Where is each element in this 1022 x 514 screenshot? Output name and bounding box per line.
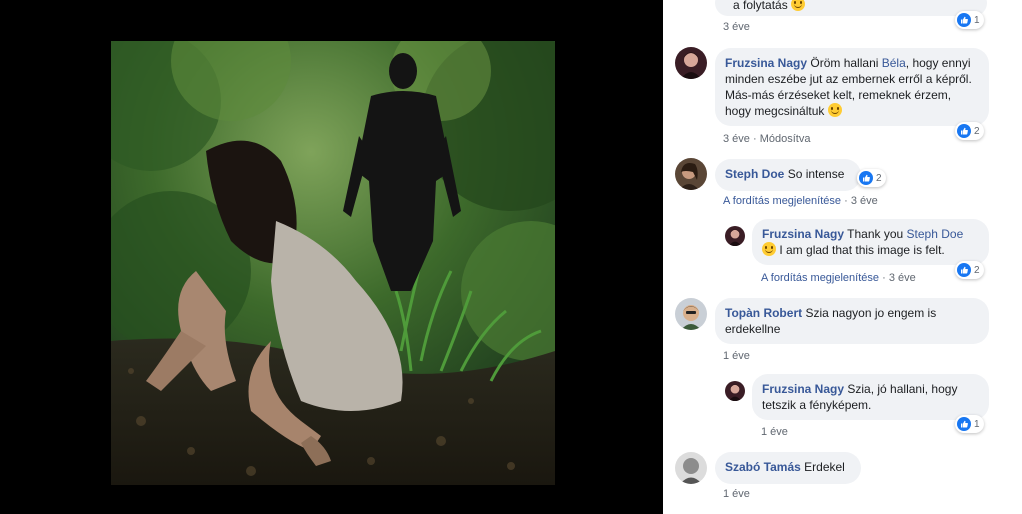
comment-text: Erdekel [804,460,845,474]
comment-timestamp[interactable]: 1 éve [761,425,788,439]
comment-meta: A fordítás megjelenítése · 3 éve [723,195,878,207]
comment-meta: A fordítás megjelenítése · 3 éve [761,272,916,284]
reaction-count[interactable]: 2 [955,261,984,279]
comment-timestamp[interactable]: 3 éve [723,133,750,145]
comment-bubble: Fruzsina Nagy Szia, jó hallani, hogy tet… [752,374,989,420]
like-icon [957,13,971,27]
avatar[interactable] [725,226,745,246]
like-icon [957,263,971,277]
smile-emoji-icon [827,103,842,117]
comment-timestamp[interactable]: 1 éve [723,349,750,363]
like-icon [957,417,971,431]
comment-text: So intense [787,167,845,181]
mention-link[interactable]: Béla [882,56,906,70]
mention-link[interactable]: Steph Doe [907,227,964,241]
comment-author[interactable]: Fruzsina Nagy [725,56,807,70]
comment-meta: 3 éve · Módosítva [723,133,811,145]
comment-bubble: a folytatás [715,0,987,16]
comment-bubble: Steph Doe So intense [715,159,861,191]
edited-label: Módosítva [759,133,811,145]
smile-emoji-icon [762,242,776,256]
like-icon [957,124,971,138]
reaction-count[interactable]: 2 [955,122,984,140]
comment-bubble: Topàn Robert Szia nagyon jo engem is erd… [715,298,989,344]
comment-text: a folytatás [733,0,788,12]
reaction-count[interactable]: 2 [857,169,886,187]
avatar[interactable] [725,381,745,401]
post-photo[interactable] [111,41,555,485]
avatar[interactable] [675,47,707,79]
comment-author[interactable]: Fruzsina Nagy [762,382,844,396]
forest-scene-image [111,41,555,485]
smile-emoji-icon [791,0,806,11]
comment-timestamp[interactable]: 1 éve [723,487,750,501]
reaction-count[interactable]: 1 [955,11,984,29]
avatar[interactable] [675,158,707,190]
comment-author[interactable]: Fruzsina Nagy [762,227,844,241]
comment-author[interactable]: Steph Doe [725,167,784,181]
comment-bubble: Fruzsina Nagy Thank you Steph Doe I am g… [752,219,989,265]
see-translation-link[interactable]: A fordítás megjelenítése [761,272,879,284]
comment-timestamp[interactable]: 3 éve [851,195,878,207]
comment-author[interactable]: Szabó Tamás [725,460,801,474]
comment-bubble: Szabó Tamás Erdekel [715,452,861,484]
like-icon [859,171,873,185]
comment-author[interactable]: Topàn Robert [725,306,802,320]
comment-bubble: Fruzsina Nagy Öröm hallani Béla, hogy en… [715,48,989,126]
photo-viewer [0,0,663,514]
comments-panel: a folytatás 3 éve 1 Fruzsina Nagy Öröm h… [663,0,1022,514]
comment-timestamp[interactable]: 3 éve [889,272,916,284]
reaction-count[interactable]: 1 [955,415,984,433]
avatar[interactable] [675,298,707,330]
avatar[interactable] [675,452,707,484]
see-translation-link[interactable]: A fordítás megjelenítése [723,195,841,207]
comment-timestamp[interactable]: 3 éve [723,20,750,34]
